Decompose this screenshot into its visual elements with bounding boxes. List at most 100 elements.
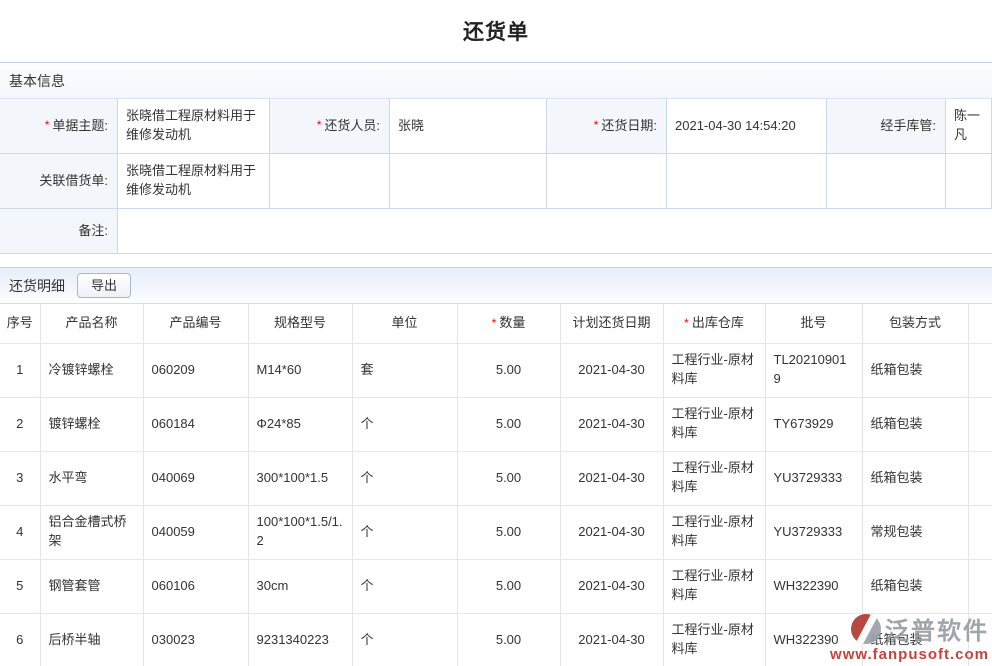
empty-cell (390, 154, 547, 209)
cell-batch-no: TY673929 (765, 397, 862, 451)
cell-spec-model: 100*100*1.5/1.2 (248, 505, 352, 559)
detail-table: 序号产品名称产品编号规格型号单位*数量计划还货日期*出库仓库批号包装方式 1冷镀… (0, 304, 992, 666)
cell-batch-no: TL202109019 (765, 343, 862, 397)
detail-table-header-row: 序号产品名称产品编号规格型号单位*数量计划还货日期*出库仓库批号包装方式 (0, 304, 992, 343)
required-mark: * (317, 117, 322, 134)
returner-label: * 还货人员: (270, 99, 390, 154)
cell-quantity: 5.00 (457, 397, 560, 451)
required-mark: * (684, 316, 689, 330)
col-header-clipped (968, 304, 992, 343)
cell-clipped (968, 505, 992, 559)
cell-unit: 套 (352, 343, 457, 397)
cell-warehouse: 工程行业-原材料库 (663, 613, 765, 666)
table-row: 4铝合金槽式桥架040059100*100*1.5/1.2个5.002021-0… (0, 505, 992, 559)
col-header-warehouse: *出库仓库 (663, 304, 765, 343)
table-row: 3水平弯040069300*100*1.5个5.002021-04-30工程行业… (0, 451, 992, 505)
col-header-quantity: *数量 (457, 304, 560, 343)
cell-product-code: 040069 (143, 451, 248, 505)
returner-value: 张晓 (390, 99, 547, 154)
remark-value (118, 209, 992, 253)
cell-product-name: 镀锌螺栓 (40, 397, 143, 451)
cell-product-code: 040059 (143, 505, 248, 559)
cell-planned-return-date: 2021-04-30 (560, 505, 663, 559)
col-header-batch-no: 批号 (765, 304, 862, 343)
cell-unit: 个 (352, 505, 457, 559)
cell-batch-no: WH322390 (765, 613, 862, 666)
cell-product-code: 030023 (143, 613, 248, 666)
cell-index: 5 (0, 559, 40, 613)
section-spacer (0, 254, 992, 267)
cell-packaging: 纸箱包装 (862, 451, 968, 505)
cell-spec-model: Φ24*85 (248, 397, 352, 451)
cell-clipped (968, 613, 992, 666)
col-header-spec-model: 规格型号 (248, 304, 352, 343)
cell-warehouse: 工程行业-原材料库 (663, 505, 765, 559)
cell-batch-no: WH322390 (765, 559, 862, 613)
cell-planned-return-date: 2021-04-30 (560, 613, 663, 666)
cell-clipped (968, 559, 992, 613)
cell-spec-model: M14*60 (248, 343, 352, 397)
cell-spec-model: 300*100*1.5 (248, 451, 352, 505)
cell-unit: 个 (352, 397, 457, 451)
detail-section-title: 还货明细 (9, 276, 65, 296)
col-header-planned-return-date: 计划还货日期 (560, 304, 663, 343)
related-order-label: 关联借货单: (0, 154, 118, 209)
col-header-index: 序号 (0, 304, 40, 343)
cell-index: 2 (0, 397, 40, 451)
col-header-packaging: 包装方式 (862, 304, 968, 343)
cell-unit: 个 (352, 613, 457, 666)
cell-clipped (968, 397, 992, 451)
remark-label: 备注: (0, 209, 118, 253)
cell-packaging: 纸箱包装 (862, 559, 968, 613)
cell-packaging: 纸箱包装 (862, 397, 968, 451)
cell-packaging: 纸箱包装 (862, 343, 968, 397)
cell-clipped (968, 343, 992, 397)
basic-info-form: * 单据主题: 张晓借工程原材料用于维修发动机 * 还货人员: 张晓 * 还货日… (0, 99, 992, 254)
table-row: 6后桥半轴0300239231340223个5.002021-04-30工程行业… (0, 613, 992, 666)
table-row: 1冷镀锌螺栓060209M14*60套5.002021-04-30工程行业-原材… (0, 343, 992, 397)
basic-info-section-title: 基本信息 (9, 71, 65, 91)
cell-warehouse: 工程行业-原材料库 (663, 451, 765, 505)
cell-planned-return-date: 2021-04-30 (560, 559, 663, 613)
keeper-label: 经手库管: (827, 99, 946, 154)
cell-quantity: 5.00 (457, 559, 560, 613)
cell-planned-return-date: 2021-04-30 (560, 397, 663, 451)
empty-cell (827, 154, 946, 209)
cell-batch-no: YU3729333 (765, 451, 862, 505)
subject-label: * 单据主题: (0, 99, 118, 154)
detail-section-bar: 还货明细 导出 (0, 267, 992, 304)
table-row: 5钢管套管06010630cm个5.002021-04-30工程行业-原材料库W… (0, 559, 992, 613)
table-row: 2镀锌螺栓060184Φ24*85个5.002021-04-30工程行业-原材料… (0, 397, 992, 451)
cell-quantity: 5.00 (457, 613, 560, 666)
cell-product-name: 铝合金槽式桥架 (40, 505, 143, 559)
page-title: 还货单 (0, 0, 992, 62)
return-date-value: 2021-04-30 14:54:20 (667, 99, 827, 154)
empty-cell (667, 154, 827, 209)
related-order-value: 张晓借工程原材料用于维修发动机 (118, 154, 270, 209)
cell-warehouse: 工程行业-原材料库 (663, 343, 765, 397)
cell-product-code: 060184 (143, 397, 248, 451)
col-header-product-name: 产品名称 (40, 304, 143, 343)
cell-spec-model: 30cm (248, 559, 352, 613)
cell-planned-return-date: 2021-04-30 (560, 343, 663, 397)
subject-value: 张晓借工程原材料用于维修发动机 (118, 99, 270, 154)
cell-index: 3 (0, 451, 40, 505)
cell-product-name: 水平弯 (40, 451, 143, 505)
cell-quantity: 5.00 (457, 505, 560, 559)
empty-cell (547, 154, 667, 209)
cell-clipped (968, 451, 992, 505)
col-header-product-code: 产品编号 (143, 304, 248, 343)
cell-quantity: 5.00 (457, 343, 560, 397)
cell-warehouse: 工程行业-原材料库 (663, 559, 765, 613)
cell-product-name: 冷镀锌螺栓 (40, 343, 143, 397)
export-button[interactable]: 导出 (77, 273, 131, 298)
cell-unit: 个 (352, 451, 457, 505)
cell-product-name: 后桥半轴 (40, 613, 143, 666)
keeper-value: 陈一凡 (946, 99, 992, 154)
required-mark: * (492, 316, 497, 330)
cell-warehouse: 工程行业-原材料库 (663, 397, 765, 451)
cell-planned-return-date: 2021-04-30 (560, 451, 663, 505)
empty-cell (946, 154, 992, 209)
cell-product-code: 060106 (143, 559, 248, 613)
cell-quantity: 5.00 (457, 451, 560, 505)
